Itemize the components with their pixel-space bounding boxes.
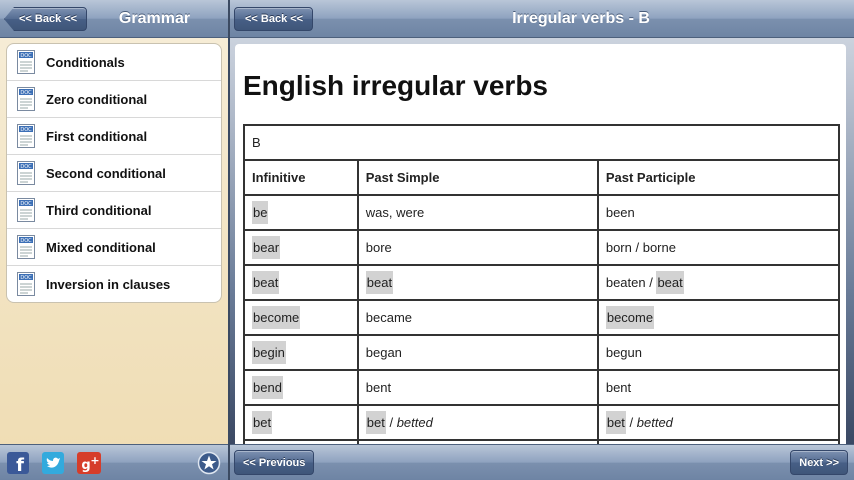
table-section-row: B bbox=[243, 124, 840, 161]
header-past-simple: Past Simple bbox=[356, 159, 599, 196]
separator: / bbox=[645, 275, 657, 290]
page-title: Irregular verbs - B bbox=[512, 10, 650, 27]
menu-item-label: First conditional bbox=[46, 128, 148, 144]
section-letter: B bbox=[243, 124, 840, 161]
table-row: become became become bbox=[243, 299, 841, 336]
past-participle-cell: beaten bbox=[605, 275, 646, 290]
past-participle-cell: become bbox=[605, 306, 655, 329]
menu-item-first-conditional[interactable]: DOC First conditional bbox=[7, 118, 221, 155]
content-panel: << Back << Irregular verbs - B English i… bbox=[230, 0, 854, 480]
infinitive-cell: be bbox=[252, 201, 269, 224]
document-icon: DOC bbox=[17, 198, 35, 222]
next-button[interactable]: Next >> bbox=[790, 450, 848, 475]
grammar-panel: << Back << Grammar DOC Conditionals DOC … bbox=[0, 0, 229, 480]
menu-item-conditionals[interactable]: DOC Conditionals bbox=[7, 44, 221, 81]
past-simple-cell: bore bbox=[365, 240, 392, 255]
infinitive-cell: begin bbox=[252, 341, 286, 364]
document-icon: DOC bbox=[17, 87, 35, 111]
document-icon: DOC bbox=[17, 50, 35, 74]
past-simple-cell: bet bbox=[365, 411, 386, 434]
separator: / bbox=[385, 415, 397, 430]
past-participle-alt: beat bbox=[656, 271, 684, 294]
left-back-button[interactable]: << Back << bbox=[4, 7, 88, 31]
facebook-icon[interactable]: f bbox=[7, 448, 29, 476]
menu-item-label: Mixed conditional bbox=[46, 239, 156, 255]
right-top-bar: << Back << Irregular verbs - B bbox=[230, 0, 854, 38]
content-heading: English irregular verbs bbox=[243, 70, 548, 101]
menu-item-label: Second conditional bbox=[46, 165, 166, 181]
star-icon[interactable] bbox=[197, 448, 221, 476]
table-row: bend bent bent bbox=[243, 369, 841, 406]
document-icon: DOC bbox=[17, 272, 35, 296]
left-bottom-bar: f g + bbox=[0, 444, 229, 480]
left-panel-title: Grammar bbox=[118, 10, 191, 27]
left-top-bar: << Back << Grammar bbox=[0, 0, 229, 38]
table-row: bear bore born / borne bbox=[243, 229, 841, 266]
menu-item-label: Conditionals bbox=[46, 54, 125, 70]
table-row: beat beat beaten / beat bbox=[243, 264, 841, 301]
past-simple-cell: became bbox=[365, 310, 413, 325]
header-infinitive: Infinitive bbox=[243, 159, 359, 196]
svg-text:DOC: DOC bbox=[20, 164, 32, 170]
menu-item-second-conditional[interactable]: DOC Second conditional bbox=[7, 155, 221, 192]
previous-button[interactable]: << Previous bbox=[234, 450, 315, 475]
past-simple-cell: began bbox=[365, 345, 402, 360]
grammar-menu: DOC Conditionals DOC Zero conditional DO… bbox=[6, 43, 222, 303]
menu-item-label: Zero conditional bbox=[46, 91, 148, 107]
past-participle-cell: been bbox=[605, 205, 635, 220]
past-participle-cell: bent bbox=[605, 380, 632, 395]
document-icon: DOC bbox=[17, 124, 35, 148]
past-simple-alt: betted bbox=[396, 415, 433, 430]
separator: / bbox=[625, 415, 637, 430]
right-bottom-bar: << Previous Next >> bbox=[230, 444, 854, 480]
separator: / bbox=[631, 240, 643, 255]
document-icon: DOC bbox=[17, 235, 35, 259]
infinitive-cell: bet bbox=[252, 411, 273, 434]
menu-item-mixed-conditional[interactable]: DOC Mixed conditional bbox=[7, 229, 221, 266]
infinitive-cell: beat bbox=[252, 271, 280, 294]
verbs-table: B Infinitive Past Simple Past Participle… bbox=[243, 124, 841, 444]
svg-text:DOC: DOC bbox=[20, 53, 32, 59]
svg-text:DOC: DOC bbox=[20, 201, 32, 207]
document-icon: DOC bbox=[17, 161, 35, 185]
svg-text:+: + bbox=[90, 454, 99, 467]
past-participle-cell: born bbox=[605, 240, 632, 255]
table-row: begin began begun bbox=[243, 334, 841, 371]
infinitive-cell: become bbox=[252, 306, 301, 329]
infinitive-cell: bend bbox=[252, 376, 283, 399]
verb-content: English irregular verbs B Infinitive Pas… bbox=[235, 44, 846, 444]
past-simple-cell: beat bbox=[365, 271, 394, 294]
svg-text:DOC: DOC bbox=[20, 238, 32, 244]
svg-text:DOC: DOC bbox=[20, 275, 32, 281]
menu-item-inversion-in-clauses[interactable]: DOC Inversion in clauses bbox=[7, 266, 221, 302]
past-participle-alt: betted bbox=[636, 415, 673, 430]
svg-text:f: f bbox=[16, 455, 24, 476]
past-participle-alt: borne bbox=[642, 240, 676, 255]
header-past-participle: Past Participle bbox=[596, 159, 841, 196]
table-row: be was, were been bbox=[243, 194, 841, 231]
google-plus-icon[interactable]: g + bbox=[77, 448, 101, 476]
svg-text:DOC: DOC bbox=[20, 127, 32, 133]
table-row: bet bet / betted bet / betted bbox=[243, 404, 841, 441]
past-simple-cell: was, were bbox=[365, 205, 425, 220]
infinitive-cell: bear bbox=[252, 236, 281, 259]
past-simple-cell: bent bbox=[365, 380, 392, 395]
svg-text:DOC: DOC bbox=[20, 90, 32, 96]
menu-item-third-conditional[interactable]: DOC Third conditional bbox=[7, 192, 221, 229]
past-participle-cell: begun bbox=[605, 345, 642, 360]
menu-item-label: Inversion in clauses bbox=[46, 276, 171, 292]
twitter-icon[interactable] bbox=[42, 448, 64, 476]
table-header-row: Infinitive Past Simple Past Participle bbox=[243, 159, 841, 196]
svg-text:g: g bbox=[81, 458, 90, 473]
past-participle-cell: bet bbox=[605, 411, 626, 434]
menu-item-zero-conditional[interactable]: DOC Zero conditional bbox=[7, 81, 221, 118]
menu-item-label: Third conditional bbox=[46, 202, 152, 218]
